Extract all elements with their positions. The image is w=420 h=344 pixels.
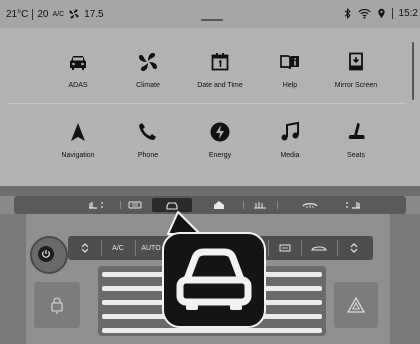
vehicle-dashboard: 21°C 20 A/C 17.5 15:2 ADAS Climate Date … [0, 0, 420, 344]
adas-car-icon [176, 248, 252, 310]
adas-callout [162, 232, 266, 328]
